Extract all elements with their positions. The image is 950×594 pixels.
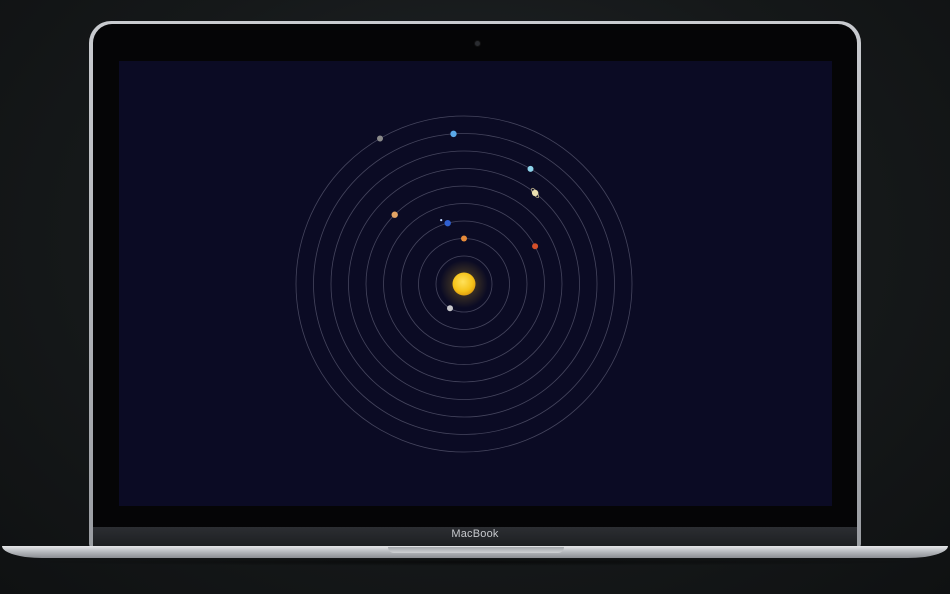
lid-opening-notch xyxy=(388,547,564,553)
planet-pluto[interactable] xyxy=(377,135,383,142)
planet-uranus[interactable] xyxy=(527,165,534,172)
planet-neptune[interactable] xyxy=(450,130,457,138)
brand-label: MacBook xyxy=(451,528,499,540)
planet-mercury[interactable] xyxy=(447,305,453,312)
planet-saturn[interactable] xyxy=(531,189,539,197)
solar-system-view[interactable] xyxy=(119,61,832,506)
sun[interactable] xyxy=(452,272,476,296)
planet-earth[interactable] xyxy=(444,219,451,227)
base-shadow xyxy=(20,558,930,566)
app-screen xyxy=(119,61,832,506)
planet-jupiter[interactable] xyxy=(391,211,398,218)
camera-icon xyxy=(475,41,480,46)
planet-mars[interactable] xyxy=(532,243,539,250)
planet-venus[interactable] xyxy=(461,235,467,242)
moon[interactable] xyxy=(440,219,443,222)
